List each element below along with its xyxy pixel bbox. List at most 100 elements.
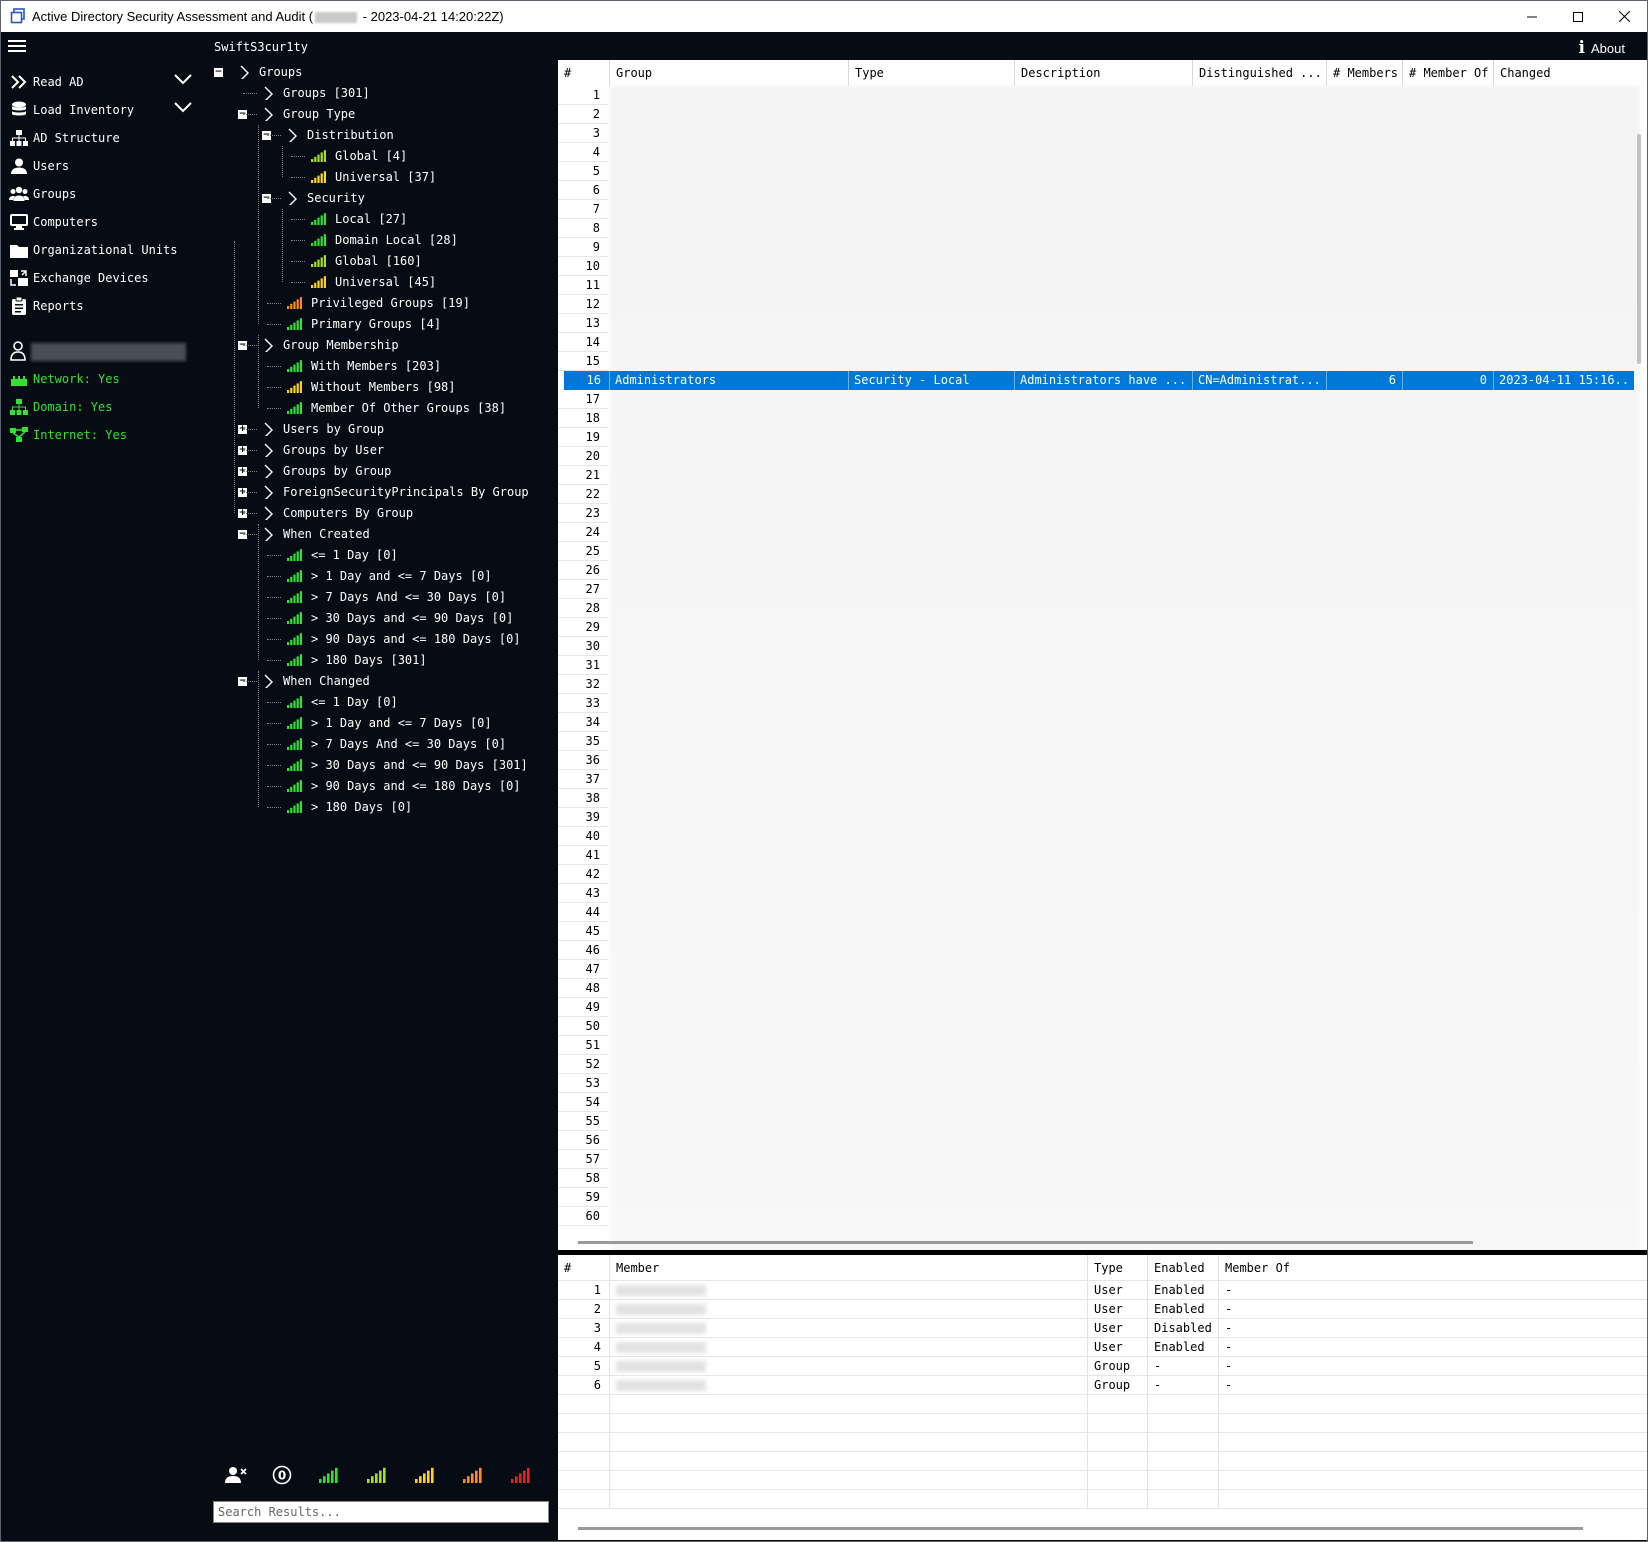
table-row[interactable]: 4 User Enabled - xyxy=(558,1338,1647,1357)
zero-count-icon[interactable]: 0 xyxy=(272,1463,292,1487)
about-button[interactable]: i About xyxy=(1579,38,1625,58)
tree-node[interactable]: Computers By Group xyxy=(263,503,413,523)
tree-node[interactable]: > 90 Days and <= 180 Days [0] xyxy=(287,629,521,649)
col-header-enabled[interactable]: Enabled xyxy=(1148,1255,1219,1281)
row-number[interactable]: 45 xyxy=(558,922,608,941)
hamburger-menu-icon[interactable] xyxy=(8,37,26,53)
col-header-member-of[interactable]: # Member Of xyxy=(1403,60,1494,86)
row-number[interactable]: 52 xyxy=(558,1055,608,1074)
tree-node[interactable]: Distribution xyxy=(287,125,394,145)
tree-node[interactable]: Local [27] xyxy=(311,209,407,229)
row-number[interactable]: 47 xyxy=(558,960,608,979)
tree-node[interactable]: > 30 Days and <= 90 Days [0] xyxy=(287,608,513,628)
row-number[interactable]: 59 xyxy=(558,1188,608,1207)
tree-node[interactable]: > 90 Days and <= 180 Days [0] xyxy=(287,776,521,796)
row-number[interactable]: 24 xyxy=(558,523,608,542)
tree-node[interactable]: With Members [203] xyxy=(287,356,441,376)
tree-node[interactable]: Global [4] xyxy=(311,146,407,166)
tree-node[interactable]: Users by Group xyxy=(263,419,384,439)
row-number[interactable]: 35 xyxy=(558,732,608,751)
tree-node[interactable]: > 1 Day and <= 7 Days [0] xyxy=(287,566,492,586)
row-number[interactable]: 9 xyxy=(558,238,608,257)
col-header-distinguished-name[interactable]: Distinguished ... xyxy=(1193,60,1327,86)
row-number[interactable]: 42 xyxy=(558,865,608,884)
row-number[interactable]: 26 xyxy=(558,561,608,580)
row-number[interactable]: 38 xyxy=(558,789,608,808)
row-number[interactable]: 37 xyxy=(558,770,608,789)
table-row[interactable]: 2 User Enabled - xyxy=(558,1300,1647,1319)
chevron-down-icon[interactable] xyxy=(174,101,192,113)
row-number[interactable]: 23 xyxy=(558,504,608,523)
row-number[interactable]: 27 xyxy=(558,580,608,599)
tree-node[interactable]: Privileged Groups [19] xyxy=(287,293,470,313)
row-number[interactable]: 29 xyxy=(558,618,608,637)
row-number[interactable]: 41 xyxy=(558,846,608,865)
collapse-icon[interactable]: − xyxy=(214,68,223,77)
row-number[interactable]: 6 xyxy=(558,181,608,200)
row-number[interactable]: 49 xyxy=(558,998,608,1017)
horizontal-scrollbar[interactable] xyxy=(578,1241,1473,1244)
tree-node[interactable]: > 7 Days And <= 30 Days [0] xyxy=(287,734,506,754)
nav-exchange-devices[interactable]: Exchange Devices xyxy=(9,265,204,291)
tree-node[interactable]: Without Members [98] xyxy=(287,377,456,397)
filter-level-5-icon[interactable] xyxy=(511,1463,531,1487)
row-number[interactable]: 3 xyxy=(558,124,608,143)
table-row[interactable]: 6 Group - - xyxy=(558,1376,1647,1395)
nav-computers[interactable]: Computers xyxy=(9,209,204,235)
row-number[interactable]: 25 xyxy=(558,542,608,561)
row-number[interactable]: 2 xyxy=(558,105,608,124)
row-number[interactable]: 34 xyxy=(558,713,608,732)
row-number[interactable]: 4 xyxy=(558,143,608,162)
nav-load-inventory[interactable]: Load Inventory xyxy=(9,97,204,123)
tree-node[interactable]: > 180 Days [301] xyxy=(287,650,427,670)
table-row[interactable]: 5 Group - - xyxy=(558,1357,1647,1376)
row-number[interactable]: 28 xyxy=(558,599,608,618)
row-number[interactable]: 7 xyxy=(558,200,608,219)
col-header-num[interactable]: # xyxy=(558,1255,610,1281)
tree-node[interactable]: ForeignSecurityPrincipals By Group xyxy=(263,482,529,502)
table-row[interactable]: 1 User Enabled - xyxy=(558,1281,1647,1300)
col-header-member[interactable]: Member xyxy=(610,1255,1088,1281)
search-results-input[interactable]: Search Results... xyxy=(213,1501,549,1523)
tree-node[interactable]: Domain Local [28] xyxy=(311,230,458,250)
selected-table-row[interactable]: 16 Administrators Security - Local Admin… xyxy=(564,371,1634,390)
horizontal-scrollbar[interactable] xyxy=(578,1527,1583,1530)
remove-user-icon[interactable] xyxy=(225,1463,247,1487)
row-number[interactable]: 40 xyxy=(558,827,608,846)
col-header-group[interactable]: Group xyxy=(610,60,849,86)
row-number[interactable]: 44 xyxy=(558,903,608,922)
tree-node[interactable]: Group Type xyxy=(263,104,355,124)
nav-organizational-units[interactable]: Organizational Units xyxy=(9,237,204,263)
row-number[interactable]: 36 xyxy=(558,751,608,770)
row-number[interactable]: 57 xyxy=(558,1150,608,1169)
filter-level-1-icon[interactable] xyxy=(319,1463,339,1487)
row-number[interactable]: 22 xyxy=(558,485,608,504)
tree-node[interactable]: Universal [45] xyxy=(311,272,436,292)
nav-read-ad[interactable]: Read AD xyxy=(9,69,204,95)
tree-node[interactable]: Member Of Other Groups [38] xyxy=(287,398,506,418)
row-number[interactable]: 51 xyxy=(558,1036,608,1055)
tree-node[interactable]: Group Membership xyxy=(263,335,399,355)
maximize-button[interactable] xyxy=(1555,1,1601,32)
col-header-num[interactable]: # xyxy=(558,60,610,86)
tree-node[interactable]: Groups by User xyxy=(263,440,384,460)
tree-node[interactable]: Primary Groups [4] xyxy=(287,314,441,334)
row-number[interactable]: 48 xyxy=(558,979,608,998)
row-number[interactable]: 10 xyxy=(558,257,608,276)
row-number[interactable]: 11 xyxy=(558,276,608,295)
tree-node[interactable]: <= 1 Day [0] xyxy=(287,545,398,565)
col-header-description[interactable]: Description xyxy=(1015,60,1193,86)
row-number[interactable]: 46 xyxy=(558,941,608,960)
close-button[interactable] xyxy=(1601,1,1647,32)
row-number[interactable]: 13 xyxy=(558,314,608,333)
row-number[interactable]: 17 xyxy=(558,390,608,409)
col-header-member-of[interactable]: Member Of xyxy=(1219,1255,1639,1281)
filter-level-3-icon[interactable] xyxy=(415,1463,435,1487)
tree-node[interactable]: > 7 Days And <= 30 Days [0] xyxy=(287,587,506,607)
tree-node[interactable]: > 180 Days [0] xyxy=(287,797,412,817)
tree-node[interactable]: When Created xyxy=(263,524,370,544)
nav-ad-structure[interactable]: AD Structure xyxy=(9,125,204,151)
col-header-type[interactable]: Type xyxy=(1088,1255,1148,1281)
row-number[interactable]: 39 xyxy=(558,808,608,827)
row-number[interactable]: 15 xyxy=(558,352,608,371)
